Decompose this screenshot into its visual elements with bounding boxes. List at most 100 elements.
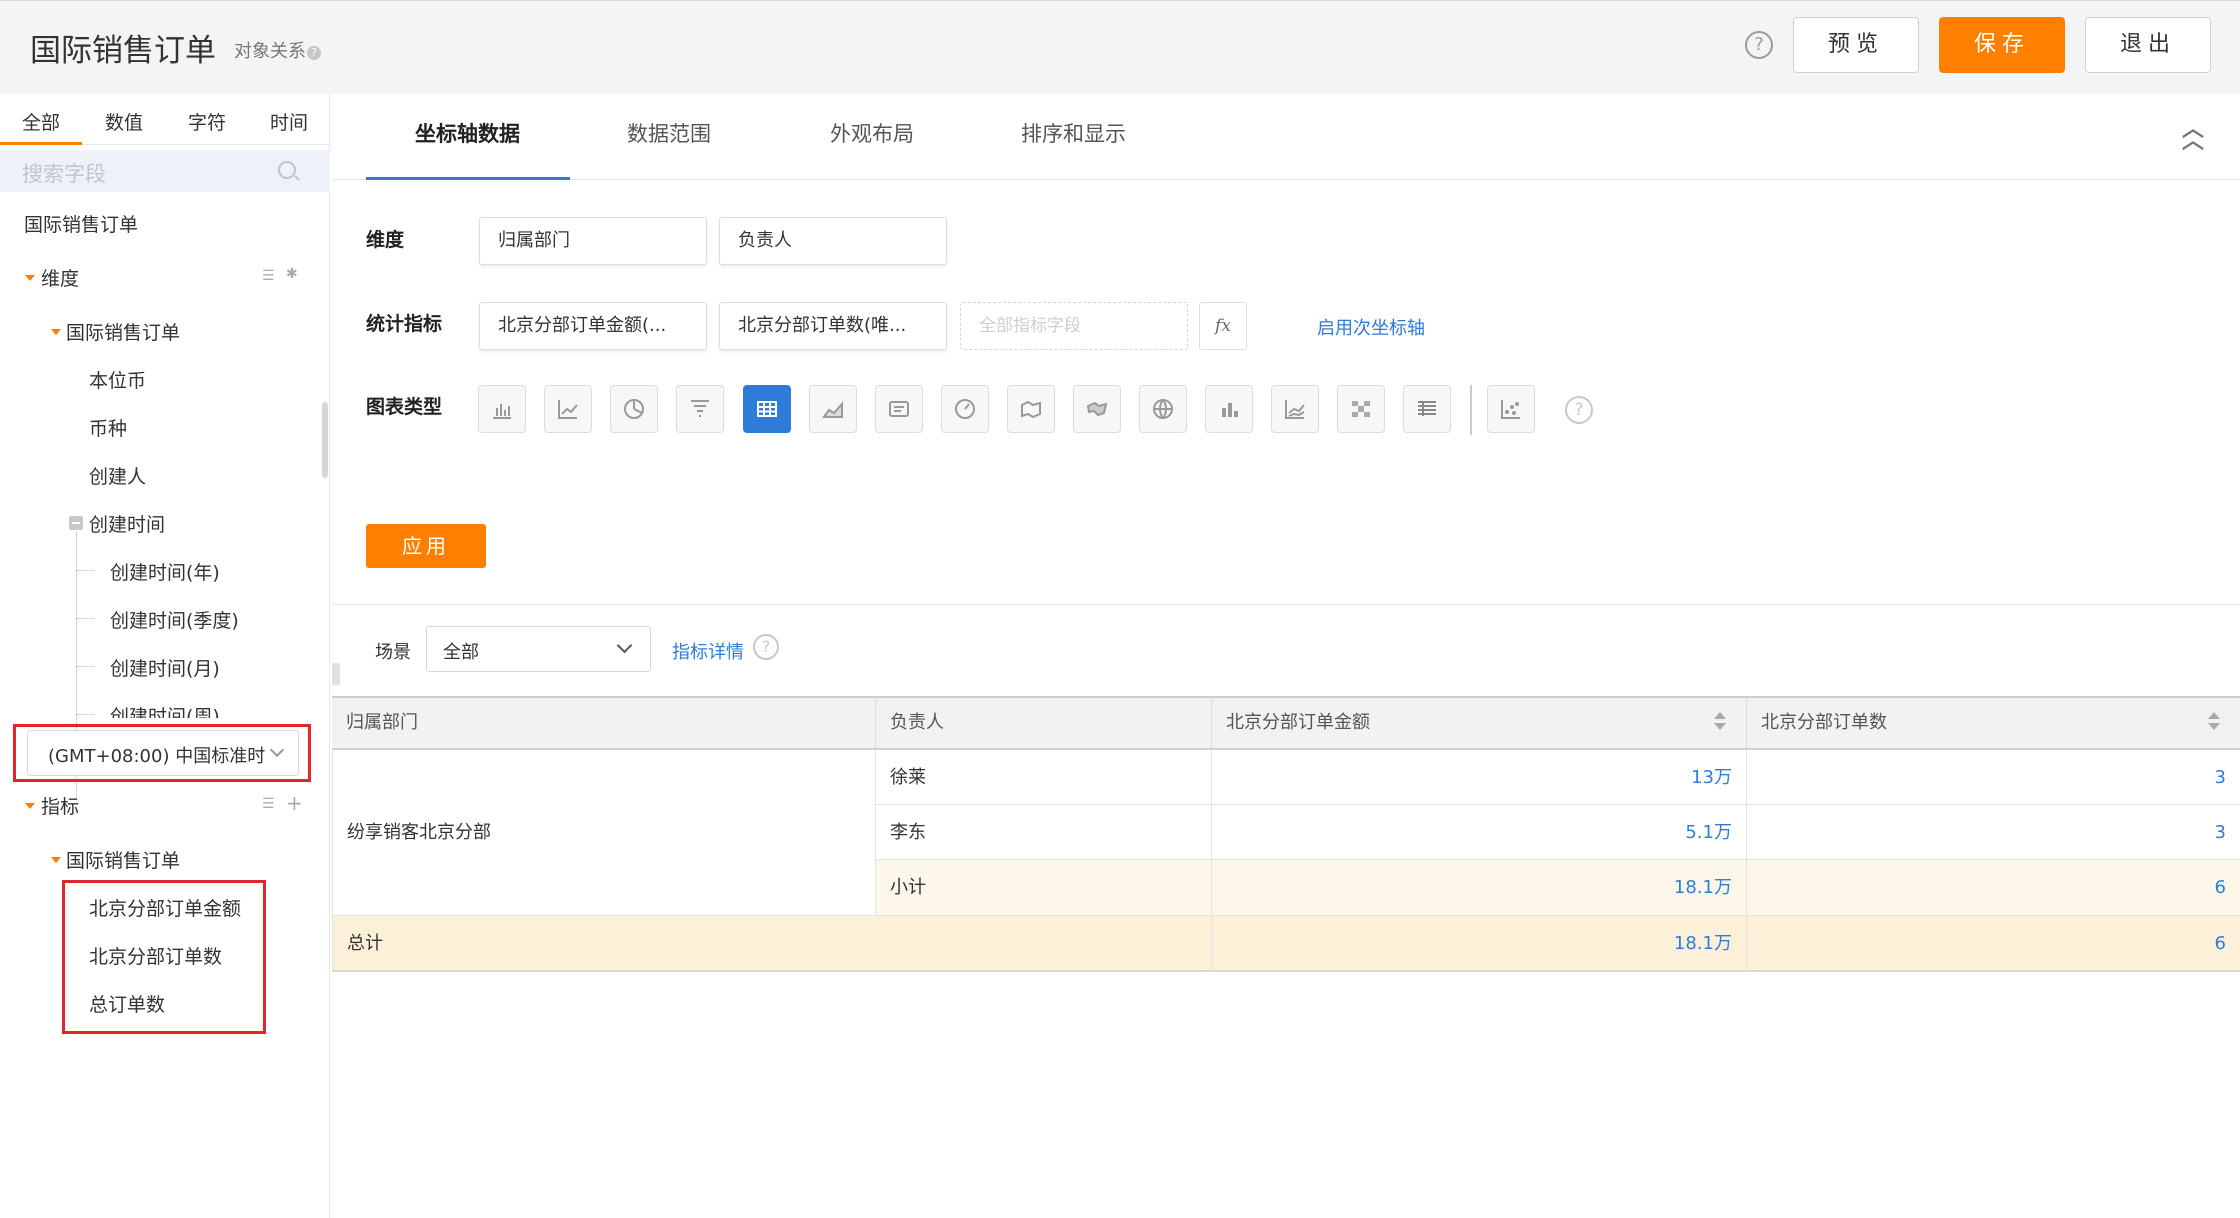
heatmap-icon[interactable] xyxy=(1337,385,1385,433)
search-input[interactable]: 搜索字段 xyxy=(22,158,106,188)
chart-type-help-icon[interactable]: ? xyxy=(1565,396,1593,424)
caret-down-icon[interactable] xyxy=(51,329,61,335)
dimension-field-chip[interactable]: 归属部门 xyxy=(479,217,707,265)
field-tab-numeric[interactable]: 数值 xyxy=(105,108,143,135)
tree-item-dimension[interactable]: 创建人 xyxy=(89,462,146,489)
tree-item-created-time[interactable]: 创建时间(月) xyxy=(110,654,220,681)
scene-select[interactable]: 全部 xyxy=(426,626,651,672)
table-cell-amount[interactable]: 5.1万 xyxy=(1211,805,1746,860)
tree-item-created-time[interactable]: 创建时间(季度) xyxy=(110,606,239,633)
gauge-icon[interactable] xyxy=(941,385,989,433)
chevron-down-icon xyxy=(616,637,633,654)
active-tab-indicator xyxy=(366,177,570,180)
sort-icon[interactable] xyxy=(2208,712,2220,732)
caret-down-icon[interactable] xyxy=(25,803,35,809)
field-tab-all[interactable]: 全部 xyxy=(22,108,60,135)
scene-value: 全部 xyxy=(443,642,479,663)
world-map-icon[interactable] xyxy=(1073,385,1121,433)
preview-button[interactable]: 预览 xyxy=(1793,17,1919,73)
caret-down-icon[interactable] xyxy=(25,275,35,281)
tab-sort-display[interactable]: 排序和显示 xyxy=(1021,118,1126,148)
map-icon[interactable] xyxy=(1007,385,1055,433)
panel-drag-handle[interactable] xyxy=(332,663,340,685)
sort-list-icon[interactable]: ☰ xyxy=(262,796,275,812)
table-group-cell: 纷享销客北京分部 xyxy=(332,750,875,916)
sort-icon[interactable] xyxy=(1714,712,1726,732)
apply-button[interactable]: 应用 xyxy=(366,524,486,568)
field-tab-string[interactable]: 字符 xyxy=(188,108,226,135)
tab-appearance[interactable]: 外观布局 xyxy=(830,118,914,148)
table-total-count[interactable]: 6 xyxy=(1746,916,2240,972)
table-total-label: 总计 xyxy=(332,916,1211,972)
metric-label: 统计指标 xyxy=(366,313,443,335)
tree-guide-line xyxy=(76,618,94,619)
dual-line-icon[interactable] xyxy=(1271,385,1319,433)
tree-item-dimension[interactable]: 币种 xyxy=(89,414,127,441)
funnel-chart-icon[interactable] xyxy=(676,385,724,433)
table-cell-count[interactable]: 3 xyxy=(1746,805,2240,860)
scatter-icon[interactable] xyxy=(1487,385,1535,433)
tree-dimension-label[interactable]: 维度 xyxy=(41,264,79,291)
area-chart-icon[interactable] xyxy=(809,385,857,433)
tab-axis-data[interactable]: 坐标轴数据 xyxy=(415,118,520,148)
tree-item-created-time[interactable]: 创建时间(年) xyxy=(110,558,220,585)
table-header[interactable]: 归属部门 xyxy=(332,696,875,750)
active-tab-indicator xyxy=(0,142,82,145)
caret-down-icon[interactable] xyxy=(51,857,61,863)
formula-button[interactable]: fx xyxy=(1199,302,1247,350)
chart-type-label: 图表类型 xyxy=(366,396,443,418)
table-cell-count[interactable]: 3 xyxy=(1746,750,2240,805)
stacked-bar-icon[interactable] xyxy=(1205,385,1253,433)
metric-drop-placeholder[interactable]: 全部指标字段 xyxy=(960,302,1188,350)
chart-type-separator xyxy=(1470,385,1472,435)
pie-chart-icon[interactable] xyxy=(610,385,658,433)
object-relation-link[interactable]: 对象关系? xyxy=(234,37,321,63)
tree-item-dimension[interactable]: 本位币 xyxy=(89,366,146,393)
table-header-sortable[interactable]: 北京分部订单数 xyxy=(1746,696,2240,750)
tree-item-created-time[interactable]: 创建时间(周) xyxy=(110,702,220,718)
metric-detail-link[interactable]: 指标详情 xyxy=(672,638,744,664)
line-chart-icon[interactable] xyxy=(544,385,592,433)
help-icon[interactable]: ? xyxy=(1745,31,1773,59)
tab-divider xyxy=(332,179,2240,180)
search-icon[interactable] xyxy=(278,161,296,179)
metric-field-chip[interactable]: 北京分部订单数(唯... xyxy=(719,302,947,350)
table-subtotal-label: 小计 xyxy=(875,860,1211,916)
field-search[interactable]: 搜索字段 xyxy=(0,150,330,192)
table-subtotal-amount[interactable]: 18.1万 xyxy=(1211,860,1746,916)
scrollbar[interactable] xyxy=(322,402,328,478)
dimension-field-chip[interactable]: 负责人 xyxy=(719,217,947,265)
pivot-table-icon[interactable] xyxy=(1403,385,1451,433)
tab-data-range[interactable]: 数据范围 xyxy=(627,118,711,148)
secondary-axis-link[interactable]: 启用次坐标轴 xyxy=(1317,314,1425,340)
tree-dimension-group[interactable]: 国际销售订单 xyxy=(66,318,180,345)
card-icon[interactable] xyxy=(875,385,923,433)
metric-field-chip[interactable]: 北京分部订单金额(... xyxy=(479,302,707,350)
tree-metric-group[interactable]: 国际销售订单 xyxy=(66,846,180,873)
dimension-label: 维度 xyxy=(366,229,405,251)
top-header: 国际销售订单 对象关系? ? 预览 保存 退出 xyxy=(0,0,2240,94)
collapse-icon[interactable] xyxy=(69,516,83,530)
bar-chart-icon[interactable] xyxy=(478,385,526,433)
table-header-label: 北京分部订单数 xyxy=(1761,712,1887,733)
globe-icon[interactable] xyxy=(1139,385,1187,433)
save-button[interactable]: 保存 xyxy=(1939,17,2065,73)
table-subtotal-count[interactable]: 6 xyxy=(1746,860,2240,916)
double-chevron-up-icon[interactable]: ︿ ︿ xyxy=(2182,119,2204,153)
tree-root[interactable]: 国际销售订单 xyxy=(24,210,138,237)
table-total-amount[interactable]: 18.1万 xyxy=(1211,916,1746,972)
tree-metric-label[interactable]: 指标 xyxy=(41,792,79,819)
metric-help-icon[interactable]: ? xyxy=(753,634,779,660)
sort-list-icon[interactable]: ☰ xyxy=(262,268,275,284)
field-panel: 全部 数值 字符 时间 搜索字段 国际销售订单 维度 ☰ ✱ 国际销售订单 本位… xyxy=(0,94,330,1218)
exit-button[interactable]: 退出 xyxy=(2085,17,2211,73)
table-cell-amount[interactable]: 13万 xyxy=(1211,750,1746,805)
table-icon[interactable] xyxy=(743,385,791,433)
table-header-sortable[interactable]: 北京分部订单金额 xyxy=(1211,696,1746,750)
table-header[interactable]: 负责人 xyxy=(875,696,1211,750)
tree-created-time[interactable]: 创建时间 xyxy=(89,510,165,537)
field-tab-time[interactable]: 时间 xyxy=(270,108,308,135)
gear-icon[interactable]: ✱ xyxy=(286,266,298,282)
plus-icon[interactable]: + xyxy=(286,791,303,815)
page-title: 国际销售订单 xyxy=(30,33,216,69)
